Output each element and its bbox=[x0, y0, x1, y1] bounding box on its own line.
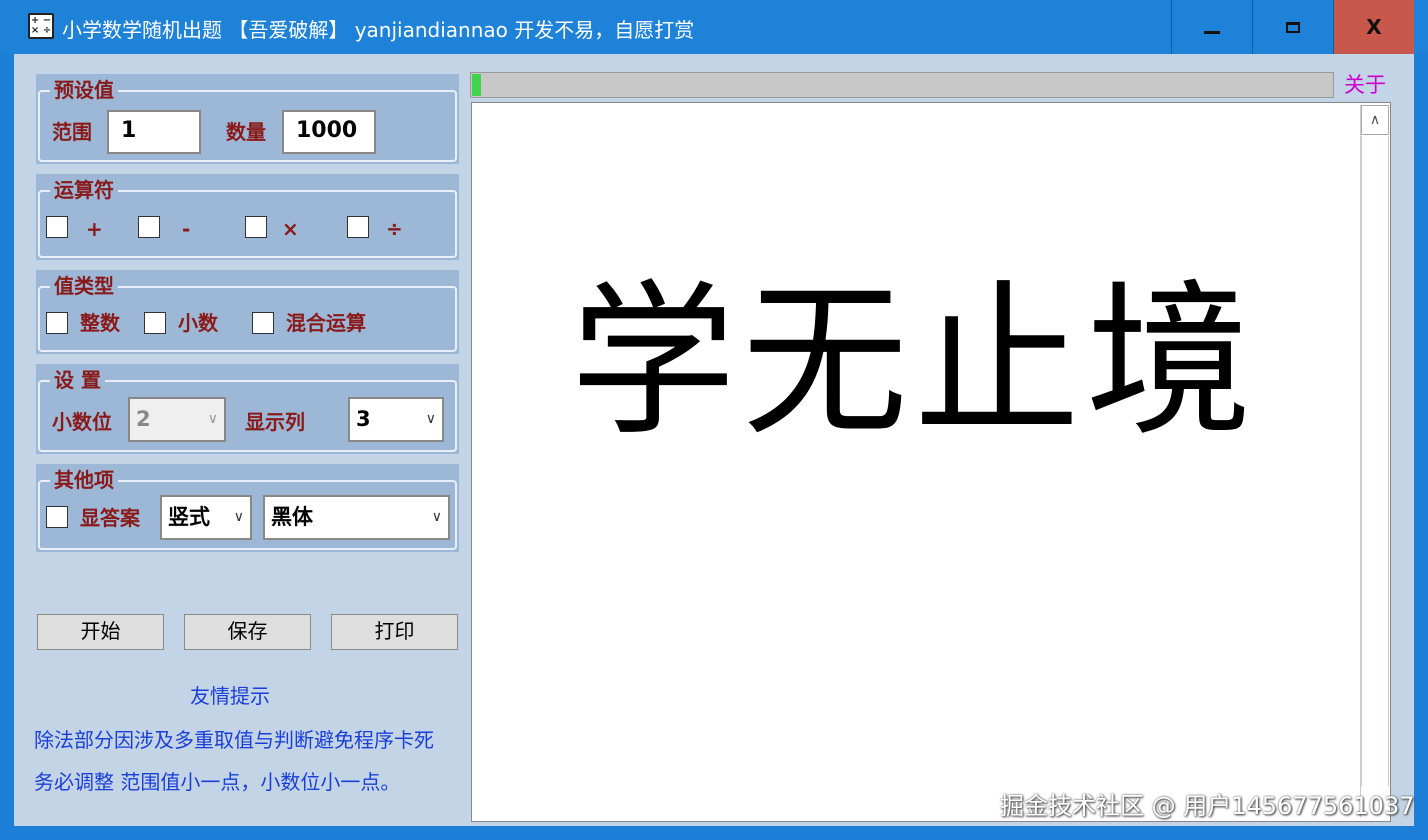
maximize-button[interactable] bbox=[1252, 0, 1333, 54]
settings-group-title: 设 置 bbox=[50, 367, 105, 393]
close-icon: X bbox=[1366, 15, 1382, 39]
close-button[interactable]: X bbox=[1333, 0, 1414, 54]
other-group-title: 其他项 bbox=[50, 467, 118, 493]
integer-label: 整数 bbox=[80, 311, 120, 335]
count-input[interactable]: 1000 bbox=[282, 110, 376, 154]
title-bar: + − × ÷ 小学数学随机出题 【吾爱破解】 yanjiandiannao 开发… bbox=[0, 0, 1428, 54]
tip-line-2: 务必调整 范围值小一点，小数位小一点。 bbox=[34, 770, 401, 794]
divide-checkbox[interactable] bbox=[347, 216, 369, 238]
integer-checkbox[interactable] bbox=[46, 312, 68, 334]
divide-label: ÷ bbox=[386, 217, 403, 241]
minus-label: - bbox=[182, 217, 191, 241]
minus-checkbox[interactable] bbox=[138, 216, 160, 238]
multiply-label: × bbox=[282, 217, 299, 241]
settings-group: 设 置 小数位 2 ∨ 显示列 3 ∨ bbox=[36, 364, 459, 454]
calculator-icon: + − × ÷ bbox=[28, 13, 54, 39]
start-button[interactable]: 开始 bbox=[37, 614, 164, 650]
window-title: 小学数学随机出题 【吾爱破解】 yanjiandiannao 开发不易，自愿打赏 bbox=[62, 18, 695, 42]
value-type-group: 值类型 整数 小数 混合运算 bbox=[36, 270, 459, 354]
count-label: 数量 bbox=[226, 120, 266, 144]
chevron-down-icon: ∨ bbox=[207, 411, 218, 427]
decimal-places-select[interactable]: 2 ∨ bbox=[128, 397, 226, 442]
chevron-down-icon: ∨ bbox=[233, 509, 244, 525]
columns-value: 3 bbox=[356, 407, 371, 431]
layout-select[interactable]: 竖式 ∨ bbox=[160, 495, 252, 540]
tip-title: 友情提示 bbox=[190, 684, 270, 708]
preset-group-title: 预设值 bbox=[50, 77, 118, 103]
client-area: 预设值 范围 1 数量 1000 运算符 + - × ÷ 值类型 整数 小数 混… bbox=[14, 54, 1414, 826]
maximize-icon bbox=[1286, 21, 1300, 33]
scroll-track[interactable] bbox=[1361, 136, 1389, 786]
font-value: 黑体 bbox=[271, 505, 313, 529]
layout-value: 竖式 bbox=[168, 505, 210, 529]
scroll-up-icon[interactable]: ∧ bbox=[1361, 105, 1389, 135]
columns-select[interactable]: 3 ∨ bbox=[348, 397, 444, 442]
output-textarea[interactable]: 学无止境 ∧ bbox=[471, 102, 1391, 822]
other-group: 其他项 显答案 竖式 ∨ 黑体 ∨ bbox=[36, 464, 459, 552]
minimize-button[interactable] bbox=[1171, 0, 1252, 54]
about-link[interactable]: 关于 bbox=[1344, 69, 1386, 99]
chevron-down-icon: ∨ bbox=[431, 509, 442, 525]
decimal-places-label: 小数位 bbox=[52, 410, 112, 434]
mixed-label: 混合运算 bbox=[286, 311, 366, 335]
show-answer-checkbox[interactable] bbox=[46, 506, 68, 528]
watermark: 掘金技术社区 @ 用户1456775610​37 bbox=[1000, 792, 1415, 820]
columns-label: 显示列 bbox=[245, 410, 305, 434]
operators-group: 运算符 + - × ÷ bbox=[36, 174, 459, 260]
progress-fill bbox=[472, 74, 481, 96]
decimal-checkbox[interactable] bbox=[144, 312, 166, 334]
font-select[interactable]: 黑体 ∨ bbox=[263, 495, 450, 540]
save-button[interactable]: 保存 bbox=[184, 614, 311, 650]
progress-bar bbox=[470, 72, 1334, 98]
output-text: 学无止境 bbox=[570, 266, 1258, 459]
plus-checkbox[interactable] bbox=[46, 216, 68, 238]
range-label: 范围 bbox=[52, 120, 92, 144]
chevron-down-icon: ∨ bbox=[425, 411, 436, 427]
decimal-label: 小数 bbox=[178, 311, 218, 335]
range-input[interactable]: 1 bbox=[107, 110, 201, 154]
plus-label: + bbox=[86, 217, 103, 241]
tip-line-1: 除法部分因涉及多重取值与判断避免程序卡死 bbox=[34, 728, 434, 752]
preset-group: 预设值 范围 1 数量 1000 bbox=[36, 74, 459, 164]
decimal-places-value: 2 bbox=[136, 407, 151, 431]
print-button[interactable]: 打印 bbox=[331, 614, 458, 650]
operators-group-title: 运算符 bbox=[50, 177, 118, 203]
vertical-scrollbar[interactable]: ∧ bbox=[1360, 105, 1389, 817]
value-type-group-title: 值类型 bbox=[50, 273, 118, 299]
mixed-checkbox[interactable] bbox=[252, 312, 274, 334]
show-answer-label: 显答案 bbox=[80, 506, 140, 530]
multiply-checkbox[interactable] bbox=[245, 216, 267, 238]
minimize-icon bbox=[1204, 30, 1220, 34]
